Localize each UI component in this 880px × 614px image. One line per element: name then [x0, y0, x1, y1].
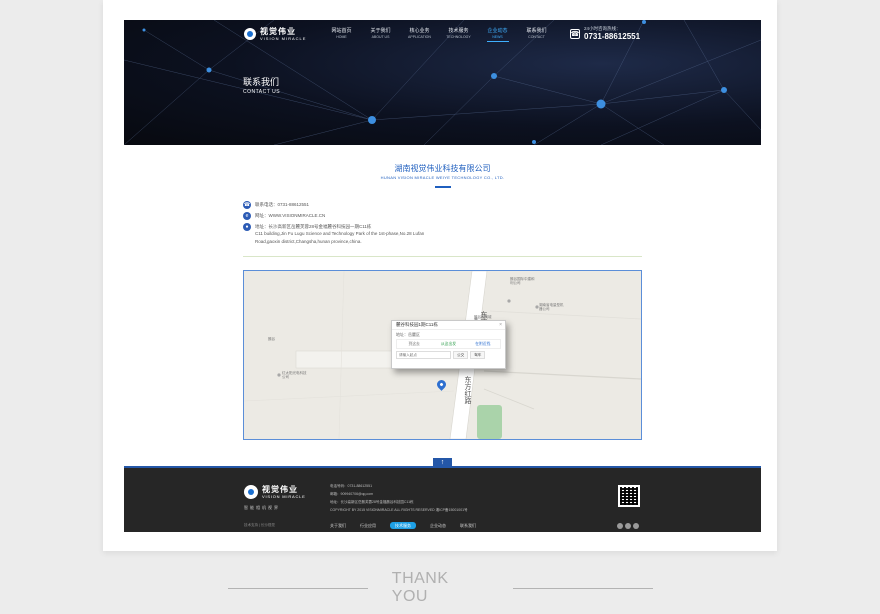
nav-label-en: APPLICATION [408, 35, 431, 39]
hero-title-cn: 联系我们 [243, 77, 280, 87]
info-window-tabs: 到这去 从这出发 在附近找 [396, 339, 501, 349]
qr-code [618, 485, 640, 507]
footer-logo[interactable]: 视觉伟业 VISION MIRACLE [244, 485, 306, 499]
contact-phone-row: ☎ 联系电话：0731-88612551 [243, 201, 483, 209]
footer-logo-cn: 视觉伟业 [262, 485, 298, 494]
hero-title-en: CONTACT US [243, 89, 281, 95]
nav-item-about[interactable]: 关于我们 ABOUT US [361, 27, 400, 42]
footer-nav-contact[interactable]: 联系我们 [460, 522, 476, 529]
logo-name-cn: 视觉伟业 [260, 27, 296, 36]
contact-address-row: ● 地址：长沙高新区岳麓芙蓉28号金福麓谷科技园一期C11栋 C11 build… [243, 223, 483, 246]
globe-icon: e [243, 212, 251, 220]
nav-label-cn: 网站首页 [331, 28, 352, 34]
footer-nav-about[interactable]: 关于我们 [330, 522, 346, 529]
hero-title: 联系我们 CONTACT US [243, 76, 280, 96]
logo-mark-icon [244, 485, 258, 499]
hotline-number: 0731-88612551 [584, 32, 641, 41]
footer-nav: 关于我们 行业应用 技术服务 企业动态 联系我们 [330, 522, 476, 529]
thank-you-text: THANK YOU [391, 570, 449, 605]
hotline: ☎ 24小时咨询热线： 0731-88612551 [570, 26, 640, 41]
logo-name-en: VISION MIRACLE [260, 36, 307, 41]
tab-nearby[interactable]: 在附近找 [466, 340, 500, 348]
footer-email: 邮箱：909940706@qq.com [330, 492, 374, 496]
bus-route-button[interactable]: 公交 [453, 351, 469, 359]
contact-address-en-1: C11 building,Jin Fu Lugu Science and Tec… [255, 231, 425, 236]
map-place-label: 麓谷国际中建和利公司 [510, 277, 535, 285]
footer-logo-en: VISION MIRACLE [262, 494, 306, 499]
company-heading: 湖南视觉伟业科技有限公司 HUNAN VISION MIRACLE WEIYE … [124, 163, 761, 188]
info-window-address: 地址：岳麓区 [396, 332, 420, 337]
nav-label-en: NEWS [492, 35, 503, 39]
footer-slogan: 智能相机视界 [244, 505, 280, 510]
footer-support: 技术支持 | 长沙视觉 [244, 523, 275, 527]
contact-address-en-2: Road,gaoxin district,Changsha,hunan prov… [255, 239, 362, 244]
nav-item-news[interactable]: 企业动态 NEWS [478, 27, 517, 42]
route-start-input[interactable] [396, 351, 451, 359]
site-footer: 视觉伟业 VISION MIRACLE 智能相机视界 电话号码：0731-886… [124, 466, 761, 532]
location-map[interactable]: 麓谷国际中建和利公司 湖南省电量型机器公司 麓谷家具城 红太阳光电科技公司 麓谷… [243, 270, 642, 440]
social-links [617, 523, 639, 529]
header-logo[interactable]: 视觉伟业 VISION MIRACLE [244, 27, 306, 41]
footer-nav-technology[interactable]: 技术服务 [390, 522, 416, 529]
contact-address-cn: 地址：长沙高新区岳麓芙蓉28号金福麓谷科技园一期C11栋 [255, 224, 372, 229]
footer-info: 电话号码：0731-88612551 邮箱：909940706@qq.com 地… [330, 482, 468, 514]
qq-icon[interactable] [633, 523, 639, 529]
footer-nav-news[interactable]: 企业动态 [430, 522, 446, 529]
footer-phone: 电话号码：0731-88612551 [330, 484, 373, 488]
nav-item-technology[interactable]: 技术服务 TECHNOLOGY [439, 27, 478, 42]
nav-label-en: HOME [336, 35, 347, 39]
nav-label-cn: 技术服务 [448, 28, 469, 34]
footer-address: 地址：长沙高新区岳麓芙蓉28号金福麓谷科技园C11栋 [330, 500, 414, 504]
map-place-label: 红太阳光电科技公司 [282, 371, 307, 379]
map-place-label: 麓谷 [268, 337, 275, 341]
website-mockup: 视觉伟业 VISION MIRACLE 网站首页 HOME 关于我们 ABOUT… [124, 20, 761, 532]
thank-you-banner: THANK YOU [228, 570, 654, 606]
map-info-window: 麓谷科技园1期C11栋 × 地址：岳麓区 到这去 从这出发 在附近找 公交 驾车 [391, 320, 506, 369]
company-name-en: HUNAN VISION MIRACLE WEIYE TECHNOLOGY CO… [380, 175, 505, 180]
nav-item-home[interactable]: 网站首页 HOME [322, 27, 361, 42]
section-divider [243, 256, 642, 257]
route-search: 公交 驾车 [396, 351, 501, 359]
company-name-cn: 湖南视觉伟业科技有限公司 [394, 164, 491, 173]
weibo-icon[interactable] [617, 523, 623, 529]
nav-label-en: ABOUT US [371, 35, 390, 39]
phone-icon: ☎ [570, 28, 580, 39]
info-window-title: 麓谷科技园1期C11栋 [392, 321, 505, 330]
footer-nav-application[interactable]: 行业应用 [360, 522, 376, 529]
thank-you-rule-right [513, 587, 654, 589]
contact-website-row: e 网址：WWW.VISIONMIRACLE.CN [243, 212, 483, 220]
nav-label-cn: 关于我们 [370, 28, 391, 34]
road-label: 东方红路 [464, 376, 471, 404]
nav-label-cn: 联系我们 [526, 28, 547, 34]
tab-route-from[interactable]: 从这出发 [431, 340, 465, 348]
qr-code-icon [620, 487, 638, 505]
thank-you-rule-left [228, 587, 368, 589]
map-place-label: 湖南省电量型机器公司 [539, 303, 564, 311]
heading-underline [434, 186, 451, 188]
logo-mark-icon [244, 28, 256, 40]
nav-item-contact[interactable]: 联系我们 CONTACT [517, 27, 556, 42]
nav-label-cn: 企业动态 [487, 28, 508, 34]
hero-banner: 视觉伟业 VISION MIRACLE 网站首页 HOME 关于我们 ABOUT… [124, 20, 761, 145]
phone-icon: ☎ [243, 201, 251, 209]
tab-route-to[interactable]: 到这去 [397, 340, 431, 348]
main-nav: 网站首页 HOME 关于我们 ABOUT US 核心业务 APPLICATION… [322, 27, 556, 42]
drive-route-button[interactable]: 驾车 [470, 351, 486, 359]
nav-label-cn: 核心业务 [409, 28, 430, 34]
location-icon: ● [243, 223, 251, 231]
nav-label-en: CONTACT [528, 35, 545, 39]
contact-info: ☎ 联系电话：0731-88612551 e 网址：WWW.VISIONMIRA… [243, 201, 483, 249]
wechat-icon[interactable] [625, 523, 631, 529]
footer-copyright: COPYRIGHT BY 2015 VISIONMIRACLE ALL RIGH… [330, 508, 468, 512]
contact-website[interactable]: 网址：WWW.VISIONMIRACLE.CN [255, 212, 325, 219]
nav-label-en: TECHNOLOGY [446, 35, 471, 39]
nav-item-application[interactable]: 核心业务 APPLICATION [400, 27, 439, 42]
close-icon[interactable]: × [499, 322, 502, 328]
contact-phone: 联系电话：0731-88612551 [255, 202, 310, 207]
